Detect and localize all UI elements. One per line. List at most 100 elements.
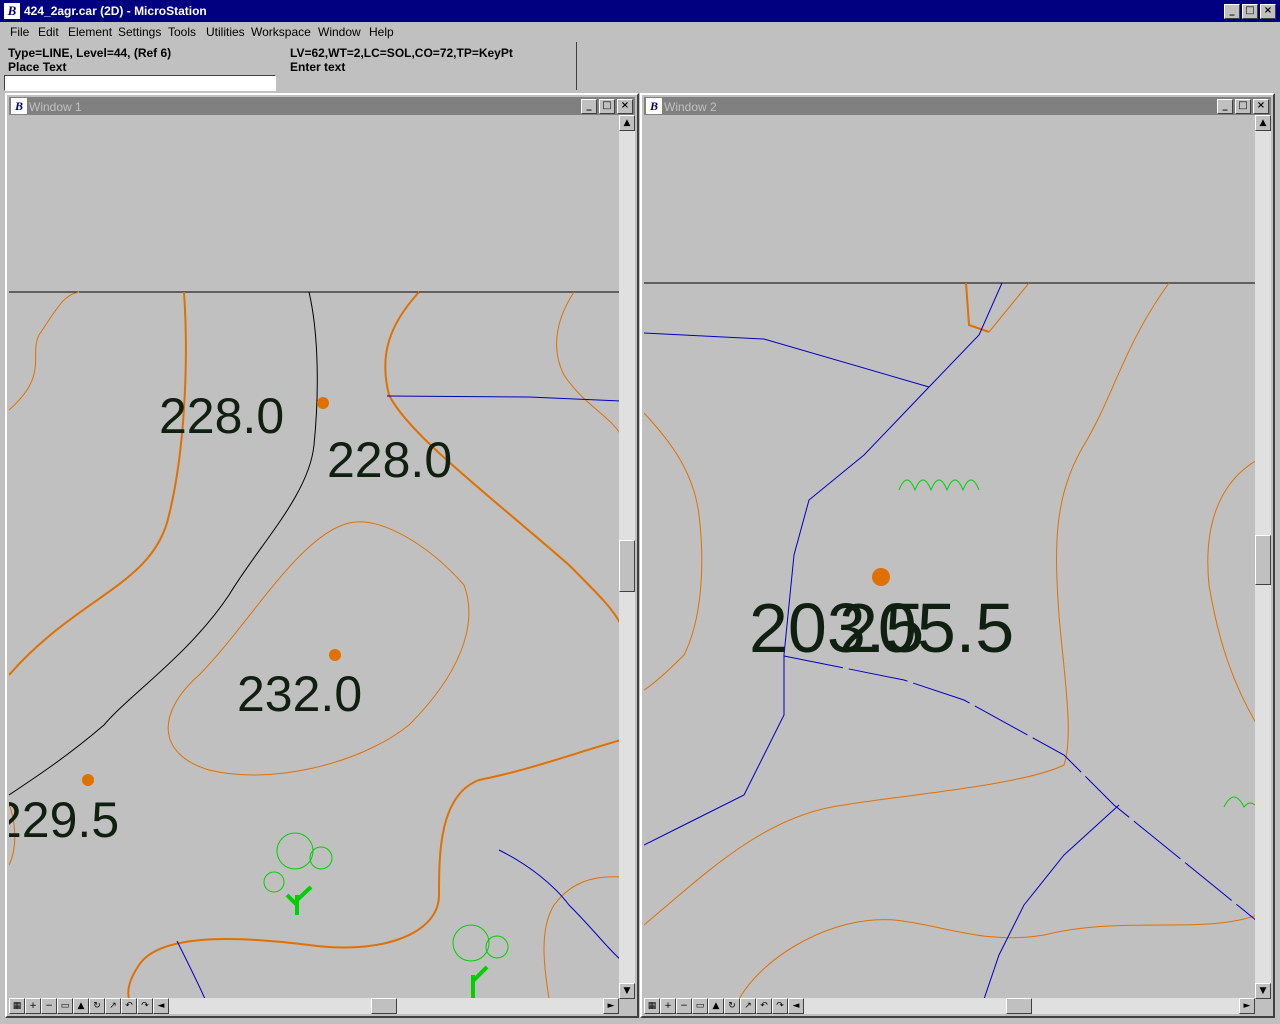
fit-view-icon[interactable]: ▲ [73,998,89,1014]
stream-line [983,804,1120,999]
view-2-control-bar: ▦ + − ▭ ▲ ↻ ↗ ↶ ↷ ◄ ► [644,998,1255,1014]
scroll-up-icon[interactable]: ▲ [1255,115,1271,131]
scroll-right-icon[interactable]: ► [1239,998,1255,1014]
view-window-1[interactable]: B Window 1 _ □ × 228.0 228.0 232.0 229.5 [5,93,639,1018]
view-1-control-bar: ▦ + − ▭ ▲ ↻ ↗ ↶ ↷ ◄ ► [9,998,619,1014]
view-1-horizontal-thumb[interactable] [371,998,397,1014]
spot-elevation-point [329,649,341,661]
index-contour-line [127,739,621,999]
scroll-up-icon[interactable]: ▲ [619,115,635,131]
view-2-vertical-thumb[interactable] [1255,535,1271,585]
window-area-icon[interactable]: ▭ [692,998,708,1014]
maximize-icon[interactable]: □ [599,99,615,114]
elevation-label: 229.5 [9,792,119,848]
microstation-icon[interactable]: B [11,98,27,114]
view-1-title-bar: B Window 1 _ □ × [9,97,635,115]
view-2-canvas[interactable]: 203.5 205.5 [644,115,1257,999]
status-divider [576,42,577,90]
elevation-label: 232.0 [237,666,362,722]
view-1-canvas[interactable]: 228.0 228.0 232.0 229.5 [9,115,621,999]
contour-line [644,412,703,691]
spot-elevation-point [872,568,890,586]
elevation-label: 228.0 [327,432,452,488]
contour-line [988,282,1030,333]
menu-edit[interactable]: Edit [38,25,59,39]
menu-workspace[interactable]: Workspace [251,25,311,39]
close-icon[interactable]: × [617,99,633,114]
menu-file[interactable]: File [10,25,29,39]
zoom-out-icon[interactable]: − [41,998,57,1014]
index-contour-line [965,282,990,333]
rotate-view-icon[interactable]: ↻ [724,998,740,1014]
minimize-icon[interactable]: _ [1224,4,1240,19]
scroll-down-icon[interactable]: ▼ [619,983,635,999]
view-next-icon[interactable]: ↷ [772,998,788,1014]
tree-symbol [263,832,333,915]
stream-line [176,940,206,999]
update-view-icon[interactable]: ▦ [644,998,660,1014]
menu-utilities[interactable]: Utilities [206,25,245,39]
marsh-symbol [898,479,980,492]
menu-settings[interactable]: Settings [118,25,161,39]
keyin-field[interactable] [4,75,276,91]
contour-line [167,521,470,776]
zoom-in-icon[interactable]: + [25,998,41,1014]
scroll-right-icon[interactable]: ► [603,998,619,1014]
prompt-text: Enter text [290,60,346,74]
stream-line [498,849,621,961]
menu-element[interactable]: Element [68,25,112,39]
view-previous-icon[interactable]: ↶ [121,998,137,1014]
scroll-down-icon[interactable]: ▼ [1255,983,1271,999]
menu-bar: File Edit Element Settings Tools Utiliti… [0,22,1280,41]
menu-help[interactable]: Help [369,25,394,39]
marsh-symbol [1223,796,1257,808]
tool-name: Place Text [8,60,67,74]
contour-line [9,291,80,411]
stream-line [644,332,930,388]
view-2-title-bar: B Window 2 _ □ × [644,97,1271,115]
active-attributes: LV=62,WT=2,LC=SOL,CO=72,TP=KeyPt [290,46,513,60]
maximize-icon[interactable]: □ [1242,4,1258,19]
update-view-icon[interactable]: ▦ [9,998,25,1014]
view-1-title: Window 1 [29,100,82,114]
spot-elevation-point [317,397,329,409]
view-window-2[interactable]: B Window 2 _ □ × 203.5 205.5 ▲ ▼ ▦ + − ▭… [640,93,1275,1018]
view-previous-icon[interactable]: ↶ [756,998,772,1014]
stream-line [644,282,1003,846]
stream-line [783,655,1257,922]
app-title-bar: B 424_2agr.car (2D) - MicroStation _ □ × [0,0,1280,22]
view-2-horizontal-thumb[interactable] [1006,998,1032,1014]
contour-line [556,291,621,436]
microstation-icon[interactable]: B [4,3,20,19]
window-area-icon[interactable]: ▭ [57,998,73,1014]
elevation-label: 205.5 [839,589,1014,667]
scroll-left-icon[interactable]: ◄ [788,998,804,1014]
view-1-vertical-scrollbar[interactable]: ▲ ▼ [619,115,635,999]
microstation-icon[interactable]: B [646,98,662,114]
rotate-view-icon[interactable]: ↻ [89,998,105,1014]
pan-view-icon[interactable]: ↗ [740,998,756,1014]
tree-symbol [452,924,509,999]
close-icon[interactable]: × [1260,4,1276,19]
pan-view-icon[interactable]: ↗ [105,998,121,1014]
menu-window[interactable]: Window [318,25,361,39]
element-info: Type=LINE, Level=44, (Ref 6) [8,46,172,60]
contour-line [543,876,621,999]
fit-view-icon[interactable]: ▲ [708,998,724,1014]
close-icon[interactable]: × [1253,99,1269,114]
app-title: 424_2agr.car (2D) - MicroStation [24,4,207,18]
elevation-label: 228.0 [159,388,284,444]
view-1-vertical-thumb[interactable] [619,540,635,592]
minimize-icon[interactable]: _ [581,99,597,114]
contour-line [1207,459,1257,726]
scroll-left-icon[interactable]: ◄ [153,998,169,1014]
view-2-title: Window 2 [664,100,717,114]
zoom-in-icon[interactable]: + [660,998,676,1014]
spot-elevation-point [82,774,94,786]
minimize-icon[interactable]: _ [1217,99,1233,114]
menu-tools[interactable]: Tools [168,25,196,39]
view-next-icon[interactable]: ↷ [137,998,153,1014]
zoom-out-icon[interactable]: − [676,998,692,1014]
maximize-icon[interactable]: □ [1235,99,1251,114]
view-2-vertical-scrollbar[interactable]: ▲ ▼ [1255,115,1271,999]
